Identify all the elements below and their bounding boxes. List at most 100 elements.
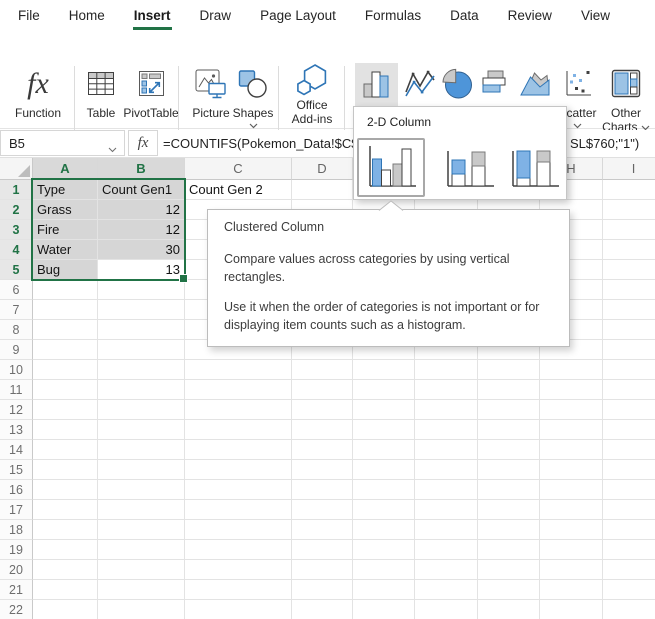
cell-G11[interactable] <box>478 380 540 400</box>
cell-E10[interactable] <box>353 360 415 380</box>
cell-I6[interactable] <box>603 280 655 300</box>
row-header-13[interactable]: 13 <box>0 420 33 440</box>
cell-A19[interactable] <box>33 540 98 560</box>
cell-F18[interactable] <box>415 520 478 540</box>
cell-H18[interactable] <box>540 520 603 540</box>
cell-I19[interactable] <box>603 540 655 560</box>
cell-G15[interactable] <box>478 460 540 480</box>
shapes-button[interactable]: Shapes <box>229 63 277 135</box>
cell-C20[interactable] <box>185 560 292 580</box>
cell-G17[interactable] <box>478 500 540 520</box>
cell-E20[interactable] <box>353 560 415 580</box>
cell-I5[interactable] <box>603 260 655 280</box>
cell-B14[interactable] <box>98 440 185 460</box>
cell-E13[interactable] <box>353 420 415 440</box>
column-header-C[interactable]: C <box>185 158 292 180</box>
cell-C22[interactable] <box>185 600 292 619</box>
tab-file[interactable]: File <box>18 8 40 23</box>
cell-C12[interactable] <box>185 400 292 420</box>
cell-E19[interactable] <box>353 540 415 560</box>
row-header-5[interactable]: 5 <box>0 260 33 280</box>
cell-E17[interactable] <box>353 500 415 520</box>
cell-F14[interactable] <box>415 440 478 460</box>
cell-A20[interactable] <box>33 560 98 580</box>
stacked-column-option[interactable] <box>439 144 500 194</box>
cell-D14[interactable] <box>292 440 353 460</box>
cell-D19[interactable] <box>292 540 353 560</box>
tab-data[interactable]: Data <box>450 8 479 23</box>
cell-G14[interactable] <box>478 440 540 460</box>
cell-C19[interactable] <box>185 540 292 560</box>
cell-G13[interactable] <box>478 420 540 440</box>
row-header-4[interactable]: 4 <box>0 240 33 260</box>
row-header-17[interactable]: 17 <box>0 500 33 520</box>
row-header-12[interactable]: 12 <box>0 400 33 420</box>
cell-B21[interactable] <box>98 580 185 600</box>
cell-A11[interactable] <box>33 380 98 400</box>
picture-button[interactable]: Picture <box>187 63 235 135</box>
cell-I21[interactable] <box>603 580 655 600</box>
other-charts-button[interactable]: OtherCharts <box>601 63 651 135</box>
cell-A7[interactable] <box>33 300 98 320</box>
cell-F21[interactable] <box>415 580 478 600</box>
cell-I1[interactable] <box>603 180 655 200</box>
cell-G22[interactable] <box>478 600 540 619</box>
cell-I12[interactable] <box>603 400 655 420</box>
cell-D21[interactable] <box>292 580 353 600</box>
cell-I18[interactable] <box>603 520 655 540</box>
cell-A4[interactable]: Water <box>33 240 98 260</box>
tab-formulas[interactable]: Formulas <box>365 8 421 23</box>
cell-E16[interactable] <box>353 480 415 500</box>
tab-page-layout[interactable]: Page Layout <box>260 8 336 23</box>
cell-A21[interactable] <box>33 580 98 600</box>
cell-B18[interactable] <box>98 520 185 540</box>
cell-B13[interactable] <box>98 420 185 440</box>
formula-input-right-fragment[interactable]: SL$760;"1") <box>570 130 639 156</box>
row-header-8[interactable]: 8 <box>0 320 33 340</box>
cell-C10[interactable] <box>185 360 292 380</box>
name-box[interactable]: B5 <box>0 130 125 156</box>
function-button[interactable]: fx Function <box>6 63 70 135</box>
cell-I7[interactable] <box>603 300 655 320</box>
cell-H13[interactable] <box>540 420 603 440</box>
row-header-1[interactable]: 1 <box>0 180 33 200</box>
cell-C16[interactable] <box>185 480 292 500</box>
cell-E11[interactable] <box>353 380 415 400</box>
cell-E18[interactable] <box>353 520 415 540</box>
cell-A16[interactable] <box>33 480 98 500</box>
cell-A5[interactable]: Bug <box>33 260 98 280</box>
cell-I2[interactable] <box>603 200 655 220</box>
cell-H14[interactable] <box>540 440 603 460</box>
cell-C18[interactable] <box>185 520 292 540</box>
cell-I14[interactable] <box>603 440 655 460</box>
cell-A10[interactable] <box>33 360 98 380</box>
cell-D20[interactable] <box>292 560 353 580</box>
cell-E15[interactable] <box>353 460 415 480</box>
cell-F17[interactable] <box>415 500 478 520</box>
cell-I4[interactable] <box>603 240 655 260</box>
cell-C21[interactable] <box>185 580 292 600</box>
cell-F12[interactable] <box>415 400 478 420</box>
select-all-corner[interactable] <box>0 158 33 180</box>
cell-A17[interactable] <box>33 500 98 520</box>
cell-E12[interactable] <box>353 400 415 420</box>
cell-D12[interactable] <box>292 400 353 420</box>
cell-B3[interactable]: 12 <box>98 220 185 240</box>
row-header-14[interactable]: 14 <box>0 440 33 460</box>
row-header-9[interactable]: 9 <box>0 340 33 360</box>
cell-D17[interactable] <box>292 500 353 520</box>
cell-G18[interactable] <box>478 520 540 540</box>
cell-B5[interactable]: 13 <box>98 260 185 280</box>
cell-H15[interactable] <box>540 460 603 480</box>
tab-review[interactable]: Review <box>508 8 552 23</box>
cell-C1[interactable]: Count Gen 2 <box>185 180 292 200</box>
cell-F15[interactable] <box>415 460 478 480</box>
cell-C11[interactable] <box>185 380 292 400</box>
cell-B17[interactable] <box>98 500 185 520</box>
cell-A15[interactable] <box>33 460 98 480</box>
cell-B20[interactable] <box>98 560 185 580</box>
tab-draw[interactable]: Draw <box>200 8 232 23</box>
cell-B6[interactable] <box>98 280 185 300</box>
office-add-ins-button[interactable]: OfficeAdd-ins <box>283 63 341 135</box>
row-header-11[interactable]: 11 <box>0 380 33 400</box>
